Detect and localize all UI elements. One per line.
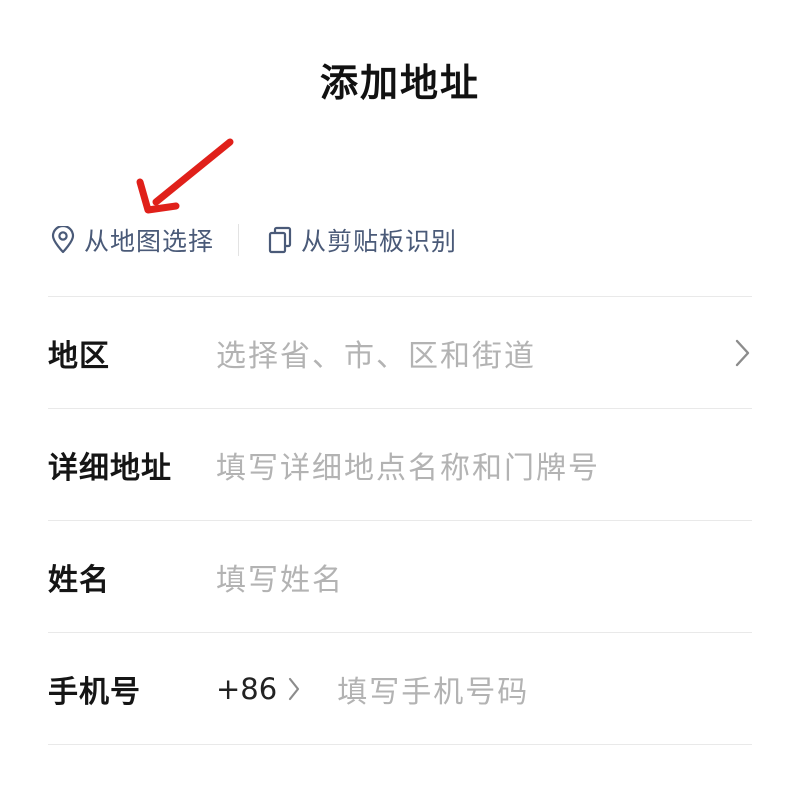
address-label: 详细地址 — [48, 450, 172, 486]
map-select-label: 从地图选择 — [84, 227, 215, 256]
address-row: 详细地址 填写详细地点名称和门牌号 — [48, 409, 752, 520]
address-input[interactable]: 填写详细地点名称和门牌号 — [216, 443, 600, 487]
clipboard-recognize-label: 从剪贴板识别 — [301, 227, 458, 256]
quick-actions-divider — [238, 224, 240, 256]
name-label: 姓名 — [48, 562, 110, 598]
chevron-right-icon — [289, 677, 300, 700]
phone-row: 手机号 +86 填写手机号码 — [48, 633, 752, 744]
phone-input[interactable]: 填写手机号码 — [337, 667, 529, 711]
name-row: 姓名 填写姓名 — [48, 521, 752, 632]
region-row[interactable]: 地区 选择省、市、区和街道 — [48, 297, 752, 408]
copy-icon — [265, 225, 295, 255]
divider — [48, 744, 752, 745]
map-select-button[interactable]: 从地图选择 — [48, 222, 214, 258]
page-title: 添加地址 — [319, 60, 480, 105]
name-input[interactable]: 填写姓名 — [216, 555, 344, 599]
location-pin-icon — [48, 225, 78, 255]
clipboard-recognize-button[interactable]: 从剪贴板识别 — [265, 222, 457, 258]
quick-actions: 从地图选择 从剪贴板识别 — [48, 220, 457, 260]
annotation-arrow — [136, 138, 234, 214]
region-selector[interactable]: 选择省、市、区和街道 — [216, 331, 536, 375]
country-code: +86 — [216, 671, 278, 706]
address-form: 地区 选择省、市、区和街道 详细地址 填写详细地点名称和门牌号 姓名 填写姓名 … — [48, 296, 752, 745]
phone-label: 手机号 — [48, 674, 141, 710]
region-label: 地区 — [48, 338, 110, 374]
chevron-right-icon — [735, 339, 750, 366]
country-code-selector[interactable]: +86 — [216, 672, 301, 706]
